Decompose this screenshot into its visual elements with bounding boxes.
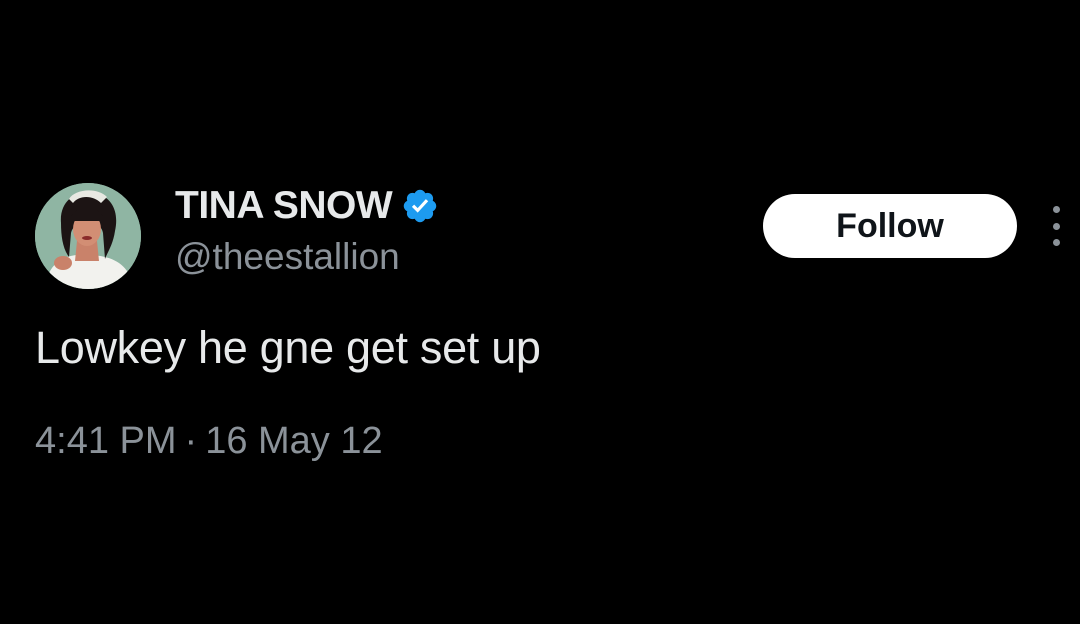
- tweet-time: 4:41 PM: [35, 420, 177, 462]
- more-options-icon[interactable]: [1044, 206, 1068, 246]
- avatar[interactable]: [35, 183, 141, 289]
- more-dot: [1052, 206, 1060, 213]
- tweet-text: Lowkey he gne get set up: [35, 322, 541, 373]
- author-display-name[interactable]: TINA SNOW: [175, 184, 393, 228]
- author-name-row: TINA SNOW: [175, 184, 439, 228]
- profile-photo-icon: [35, 183, 141, 289]
- more-dot: [1052, 222, 1060, 230]
- author-handle[interactable]: @theestallion: [175, 236, 400, 278]
- verified-badge-icon[interactable]: [401, 187, 439, 225]
- more-dot: [1052, 239, 1060, 246]
- meta-separator: ·: [184, 420, 198, 462]
- tweet-date: 16 May 12: [205, 420, 383, 462]
- tweet-timestamp[interactable]: 4:41 PM · 16 May 12: [35, 420, 383, 463]
- follow-button[interactable]: Follow: [763, 194, 1017, 258]
